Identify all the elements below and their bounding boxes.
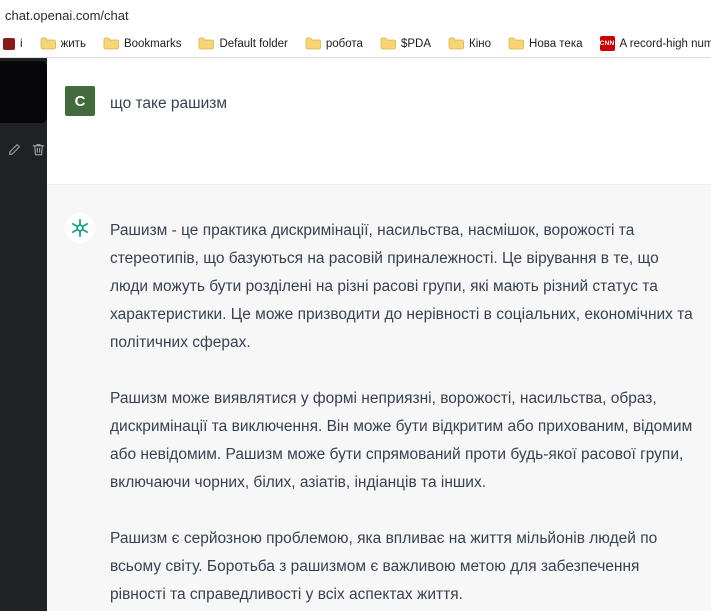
bookmark-item[interactable]: $PDA [380, 37, 431, 50]
bookmarks-bar: і жить Bookmarks Default folder робота $… [0, 30, 711, 58]
bookmark-label: Default folder [219, 37, 288, 50]
app-window: C що таке рашизм Рашизм - це практика ди… [0, 58, 711, 611]
bookmark-label: жить [60, 37, 86, 50]
bookmark-label: робота [325, 37, 363, 50]
cnn-icon: CNN [599, 36, 615, 51]
bookmark-item[interactable]: Кіно [448, 37, 491, 50]
bookmark-item[interactable]: і [3, 37, 23, 50]
folder-icon [380, 37, 396, 50]
folder-icon [40, 37, 56, 50]
folder-icon [103, 37, 119, 50]
bookmark-label: $PDA [400, 37, 431, 50]
bookmark-item[interactable]: Bookmarks [103, 37, 182, 50]
selected-conversation-item[interactable] [0, 61, 47, 123]
folder-icon [448, 37, 464, 50]
bookmark-item[interactable]: Нова тека [508, 37, 583, 50]
bookmark-item[interactable]: жить [40, 37, 86, 50]
assistant-message-text: Рашизм - це практика дискримінації, наси… [110, 213, 693, 609]
assistant-message-row: Рашизм - це практика дискримінації, наси… [47, 184, 711, 611]
bookmark-label: Нова тека [529, 37, 583, 50]
bookmark-item[interactable]: робота [305, 37, 363, 50]
url-bar[interactable]: chat.openai.com/chat [0, 0, 711, 30]
assistant-paragraph: Рашизм є серйозною проблемою, яка вплива… [110, 530, 658, 603]
chat-main: C що таке рашизм Рашизм - це практика ди… [47, 58, 711, 611]
folder-icon [508, 37, 524, 50]
folder-icon [199, 37, 215, 50]
edit-pencil-icon[interactable] [7, 142, 22, 157]
site-favicon-icon [3, 37, 15, 50]
user-message-row: C що таке рашизм [47, 58, 711, 184]
bookmark-label: Кіно [469, 37, 492, 50]
user-message-text: що таке рашизм [110, 95, 228, 112]
bookmark-item[interactable]: CNN A record-high num... [599, 36, 711, 51]
bookmark-label: і [20, 37, 23, 50]
assistant-paragraph: Рашизм - це практика дискримінації, наси… [110, 222, 693, 351]
bookmark-item[interactable]: Default folder [198, 37, 288, 50]
trash-icon[interactable] [31, 142, 46, 157]
user-avatar: C [65, 86, 95, 116]
assistant-paragraph: Рашизм може виявлятися у формі неприязні… [110, 390, 693, 491]
bookmark-label: A record-high num... [619, 37, 711, 50]
url-text[interactable]: chat.openai.com/chat [5, 8, 129, 23]
chat-sidebar [0, 58, 47, 611]
bookmark-label: Bookmarks [123, 37, 182, 50]
folder-icon [305, 37, 321, 50]
chatgpt-logo-icon [65, 213, 95, 243]
